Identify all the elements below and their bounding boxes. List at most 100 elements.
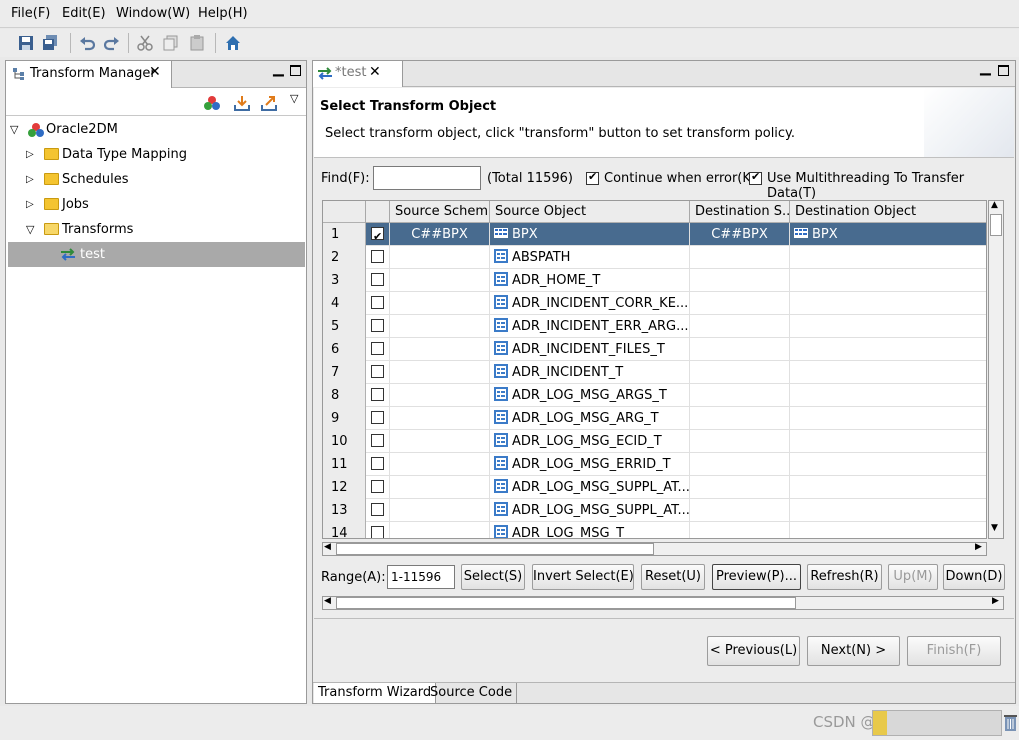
- column-header-source-schema[interactable]: Source Schem...: [390, 201, 490, 223]
- table-row[interactable]: 1 C##BPX BPX C##BPX BPX: [323, 223, 986, 246]
- finish-button[interactable]: Finish(F): [907, 636, 1001, 666]
- row-checkbox[interactable]: [371, 225, 384, 246]
- redo-icon[interactable]: [104, 35, 120, 51]
- scroll-down-icon[interactable]: ▼: [991, 523, 998, 533]
- scrollbar-thumb[interactable]: [336, 597, 796, 609]
- expand-arrow-icon[interactable]: ▽: [26, 217, 34, 242]
- table-row[interactable]: 13 ADR_LOG_MSG_SUPPL_AT...: [323, 499, 986, 522]
- up-button[interactable]: Up(M): [888, 564, 938, 590]
- scroll-right-icon[interactable]: ▶: [975, 542, 982, 552]
- save-icon[interactable]: [18, 35, 34, 51]
- row-checkbox[interactable]: [371, 480, 384, 493]
- row-number: 13: [323, 499, 366, 522]
- row-checkbox[interactable]: [371, 526, 384, 538]
- table-row[interactable]: 11 ADR_LOG_MSG_ERRID_T: [323, 453, 986, 476]
- scroll-right-icon[interactable]: ▶: [992, 596, 999, 606]
- row-checkbox[interactable]: [371, 503, 384, 516]
- table-row[interactable]: 2 ABSPATH: [323, 246, 986, 269]
- row-checkbox[interactable]: [371, 273, 384, 286]
- database-connect-icon[interactable]: [204, 95, 220, 111]
- row-checkbox[interactable]: [371, 388, 384, 401]
- table-row[interactable]: 3 ADR_HOME_T: [323, 269, 986, 292]
- select-button[interactable]: Select(S): [461, 564, 525, 590]
- range-input[interactable]: 1-11596: [387, 565, 455, 589]
- close-icon[interactable]: ✕: [149, 64, 161, 80]
- menu-window[interactable]: Window(W): [116, 6, 190, 21]
- trash-icon[interactable]: [1004, 714, 1017, 731]
- save-all-icon[interactable]: [42, 35, 58, 51]
- row-checkbox[interactable]: [371, 342, 384, 355]
- collapse-arrow-icon[interactable]: ▷: [26, 142, 34, 167]
- button-bar-scrollbar[interactable]: ◀ ▶: [322, 596, 1004, 610]
- down-button[interactable]: Down(D): [943, 564, 1005, 590]
- collapse-arrow-icon[interactable]: ▷: [26, 167, 34, 192]
- column-header-source-object[interactable]: Source Object: [490, 201, 690, 223]
- table-row[interactable]: 9 ADR_LOG_MSG_ARG_T: [323, 407, 986, 430]
- row-checkbox[interactable]: [371, 434, 384, 447]
- menu-help[interactable]: Help(H): [198, 6, 248, 21]
- menu-edit[interactable]: Edit(E): [62, 6, 106, 21]
- row-checkbox-cell: [366, 407, 390, 430]
- tab-transform-wizard[interactable]: Transform Wizard: [314, 683, 437, 703]
- find-input[interactable]: [373, 166, 481, 190]
- minimize-icon[interactable]: ▁: [980, 60, 991, 76]
- scroll-up-icon[interactable]: ▲: [991, 200, 998, 210]
- table-row[interactable]: 10 ADR_LOG_MSG_ECID_T: [323, 430, 986, 453]
- open-folder-icon: [44, 223, 59, 235]
- collapse-arrow-icon[interactable]: ▷: [26, 192, 34, 217]
- view-menu-icon[interactable]: ▽: [290, 92, 298, 105]
- row-checkbox[interactable]: [371, 319, 384, 332]
- tab-transform-manager[interactable]: Transform Manager ✕: [6, 61, 172, 88]
- reset-button[interactable]: Reset(U): [641, 564, 705, 590]
- row-checkbox[interactable]: [371, 411, 384, 424]
- table-row[interactable]: 5 ADR_INCIDENT_ERR_ARG...: [323, 315, 986, 338]
- table-row[interactable]: 4 ADR_INCIDENT_CORR_KE...: [323, 292, 986, 315]
- cell-text: ADR_INCIDENT_CORR_KE...: [512, 296, 689, 311]
- minimize-icon[interactable]: ▁: [273, 61, 284, 77]
- export-icon[interactable]: [261, 95, 277, 111]
- copy-icon[interactable]: [163, 35, 179, 51]
- table-row[interactable]: 8 ADR_LOG_MSG_ARGS_T: [323, 384, 986, 407]
- menu-file[interactable]: File(F): [11, 6, 50, 21]
- cell-dst-obj: [790, 476, 986, 499]
- tab-test[interactable]: *test ✕: [313, 61, 403, 87]
- row-checkbox[interactable]: [371, 250, 384, 263]
- multithreading-checkbox[interactable]: [749, 170, 762, 185]
- maximize-icon[interactable]: [290, 65, 301, 76]
- previous-button[interactable]: < Previous(L): [707, 636, 800, 666]
- row-checkbox-cell: [366, 269, 390, 292]
- preview-button[interactable]: Preview(P)...: [712, 564, 801, 590]
- row-number: 4: [323, 292, 366, 315]
- tab-source-code[interactable]: Source Code: [426, 683, 518, 703]
- import-icon[interactable]: [234, 95, 250, 111]
- tree-item-test[interactable]: test: [8, 242, 305, 267]
- undo-icon[interactable]: [79, 35, 95, 51]
- table-row[interactable]: 7 ADR_INCIDENT_T: [323, 361, 986, 384]
- checkbox-header[interactable]: [366, 201, 390, 223]
- row-checkbox[interactable]: [371, 296, 384, 309]
- table-horizontal-scrollbar[interactable]: ◀ ▶: [322, 542, 987, 556]
- scroll-left-icon[interactable]: ◀: [324, 542, 331, 552]
- column-header-destination-schema[interactable]: Destination S...: [690, 201, 790, 223]
- main-toolbar: [0, 29, 1019, 57]
- table-row[interactable]: 12 ADR_LOG_MSG_SUPPL_AT...: [323, 476, 986, 499]
- table-vertical-scrollbar[interactable]: ▲ ▼: [988, 200, 1004, 539]
- close-icon[interactable]: ✕: [369, 64, 381, 80]
- paste-icon[interactable]: [189, 35, 205, 51]
- column-header-destination-object[interactable]: Destination Object: [790, 201, 986, 223]
- refresh-button[interactable]: Refresh(R): [807, 564, 882, 590]
- next-button[interactable]: Next(N) >: [807, 636, 900, 666]
- table-row[interactable]: 6 ADR_INCIDENT_FILES_T: [323, 338, 986, 361]
- expand-arrow-icon[interactable]: ▽: [10, 117, 18, 142]
- home-icon[interactable]: [225, 35, 241, 51]
- maximize-icon[interactable]: [998, 65, 1009, 76]
- table-row[interactable]: 14 ADR_LOG_MSG_T: [323, 522, 986, 538]
- scrollbar-thumb[interactable]: [990, 214, 1002, 236]
- row-checkbox[interactable]: [371, 457, 384, 470]
- cut-icon[interactable]: [137, 35, 153, 51]
- continue-on-error-checkbox[interactable]: [586, 170, 599, 185]
- invert-select-button[interactable]: Invert Select(E): [532, 564, 634, 590]
- scrollbar-thumb[interactable]: [336, 543, 654, 555]
- row-checkbox[interactable]: [371, 365, 384, 378]
- scroll-left-icon[interactable]: ◀: [324, 596, 331, 606]
